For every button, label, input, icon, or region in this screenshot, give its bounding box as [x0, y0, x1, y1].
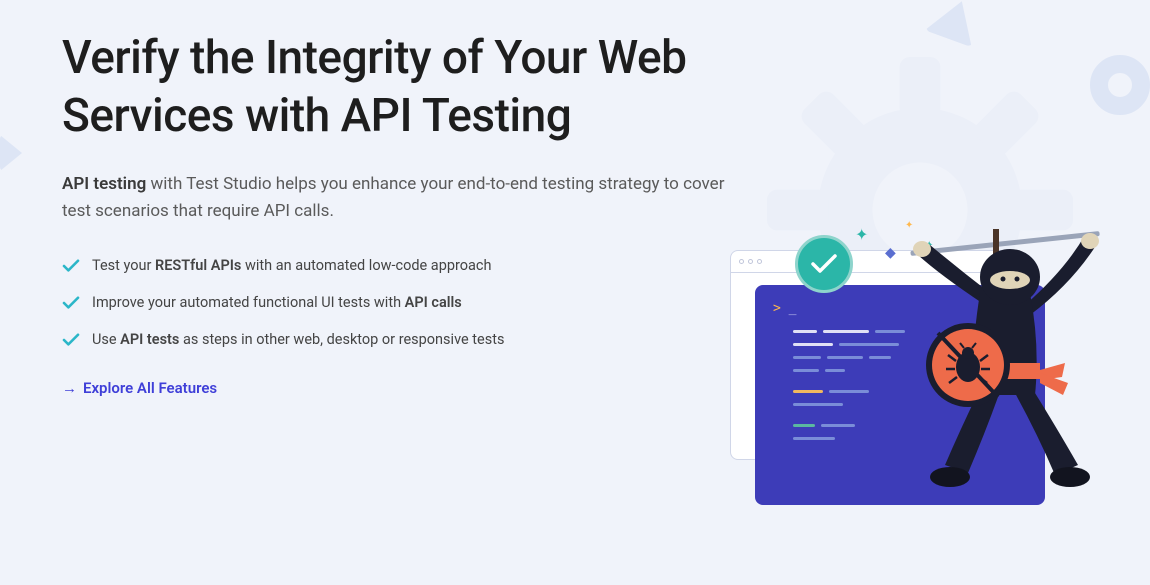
page-subtitle: API testing with Test Studio helps you e…: [62, 171, 752, 225]
check-icon: [62, 296, 80, 310]
arrow-right-icon: →: [62, 379, 77, 397]
page-heading: Verify the Integrity of Your Web Service…: [62, 30, 752, 145]
explore-features-link[interactable]: → Explore All Features: [62, 379, 217, 397]
feature-text: Use API tests as steps in other web, des…: [92, 331, 504, 348]
feature-item: Test your RESTful APIs with an automated…: [62, 257, 752, 274]
subtitle-strong: API testing: [62, 174, 146, 194]
subtitle-text: with Test Studio helps you enhance your …: [62, 174, 724, 221]
check-icon: [62, 333, 80, 347]
feature-item: Improve your automated functional UI tes…: [62, 294, 752, 311]
feature-text: Improve your automated functional UI tes…: [92, 294, 462, 311]
check-icon: [62, 259, 80, 273]
feature-text: Test your RESTful APIs with an automated…: [92, 257, 492, 274]
cta-label: Explore All Features: [83, 379, 217, 397]
feature-item: Use API tests as steps in other web, des…: [62, 331, 752, 348]
feature-list: Test your RESTful APIs with an automated…: [62, 257, 752, 348]
